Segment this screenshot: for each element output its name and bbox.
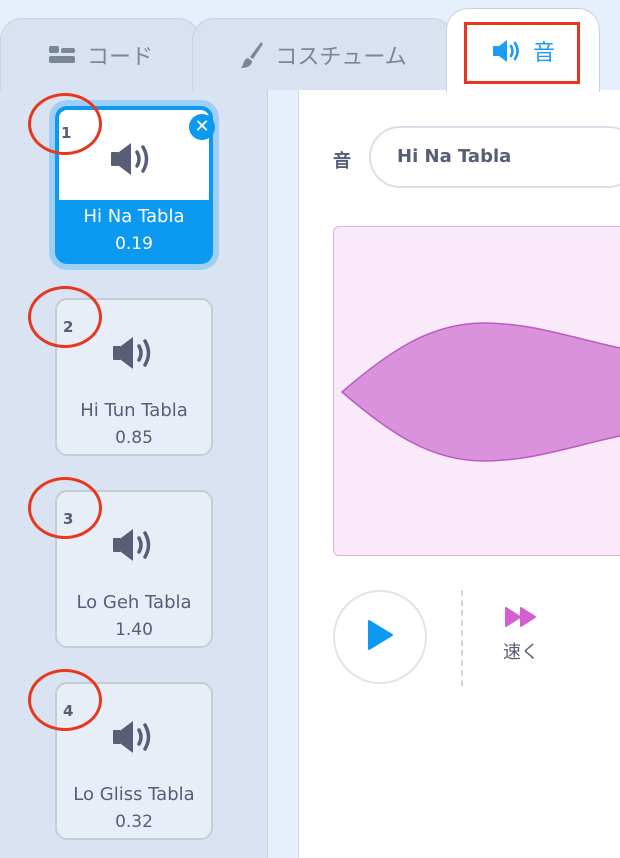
sound-name-input[interactable]: Hi Na Tabla — [369, 126, 620, 188]
tab-code[interactable]: コード — [0, 18, 200, 90]
sound-name: Hi Na Tabla — [83, 206, 185, 227]
speaker-icon — [109, 719, 159, 759]
sound-duration: 0.85 — [115, 428, 153, 448]
paintbrush-icon — [239, 40, 265, 70]
speaker-icon — [107, 141, 157, 181]
annotation-circle — [28, 669, 102, 731]
faster-effect-button[interactable]: 速く — [495, 606, 547, 664]
faster-effect-label: 速く — [503, 642, 539, 663]
sound-duration: 0.19 — [115, 234, 153, 254]
sound-name: Lo Geh Tabla — [76, 592, 192, 613]
annotation-circle — [28, 286, 102, 348]
code-blocks-icon — [47, 44, 77, 66]
annotation-circle — [28, 477, 102, 539]
sound-duration: 0.32 — [115, 812, 153, 832]
panel-gap — [268, 90, 298, 858]
sound-name: Lo Gliss Tabla — [73, 784, 195, 805]
tab-costumes[interactable]: コスチューム — [192, 18, 454, 90]
play-icon — [365, 618, 395, 656]
tab-costumes-label: コスチューム — [275, 44, 407, 70]
tab-code-label: コード — [86, 44, 153, 70]
annotation-box — [464, 22, 580, 84]
sound-editor: 音 Hi Na Tabla 速く — [298, 90, 620, 858]
tab-bar: コード コスチューム 音 — [0, 0, 620, 92]
speaker-icon — [109, 527, 159, 567]
fast-forward-icon — [504, 607, 538, 632]
sound-name: Hi Tun Tabla — [80, 400, 188, 421]
sound-name-label: 音 — [333, 151, 351, 172]
sound-duration: 1.40 — [115, 620, 153, 640]
sound-list: 1 Hi Na Tabla 0.19 ✕ 2 Hi Tun Tabla 0.85 — [0, 90, 268, 858]
play-button[interactable] — [333, 590, 427, 684]
annotation-circle — [28, 93, 102, 155]
speaker-icon — [109, 335, 159, 375]
divider — [461, 590, 463, 686]
waveform-display[interactable] — [333, 226, 620, 556]
delete-icon[interactable]: ✕ — [189, 114, 215, 140]
